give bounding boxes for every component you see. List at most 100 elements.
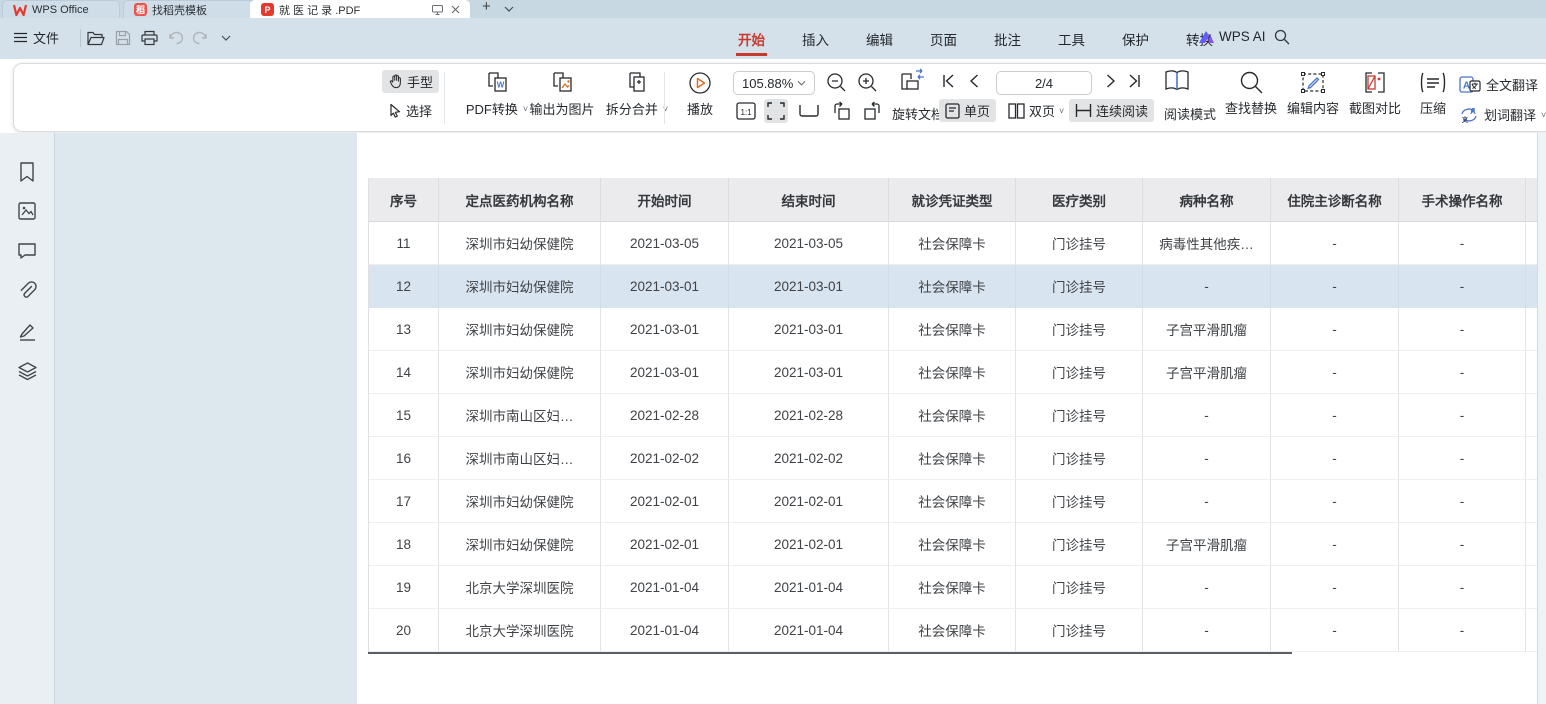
table-header-cell: 开始时间 — [601, 178, 729, 222]
window-tab-bar: WPS Office 稻 找稻壳模板 P 就 医 记 录 .PDF + — [0, 0, 1546, 18]
play-button[interactable]: 播放 — [676, 70, 724, 118]
rotate-left-button[interactable] — [831, 101, 853, 121]
layers-panel-button[interactable] — [17, 361, 39, 383]
find-replace-button[interactable]: 查找替换 — [1221, 70, 1281, 117]
table-cell: 社会保障卡 — [889, 394, 1016, 437]
save-button[interactable] — [111, 27, 135, 49]
select-tool-button[interactable]: 选择 — [382, 99, 438, 122]
rotate-right-button[interactable] — [861, 101, 883, 121]
table-cell: - — [1143, 480, 1271, 523]
next-page-button[interactable] — [1106, 74, 1116, 88]
read-mode-label[interactable]: 阅读模式 — [1164, 104, 1216, 123]
table-cell: - — [1399, 394, 1526, 437]
full-translate-icon: A — [1459, 76, 1481, 93]
menu-tab-comment[interactable]: 批注 — [992, 20, 1023, 58]
file-menu-button[interactable]: 文件 — [14, 28, 59, 47]
attachment-panel-button[interactable] — [17, 281, 39, 303]
table-cell: - — [1399, 609, 1526, 652]
page-number-input[interactable]: 2/4 — [996, 71, 1092, 95]
read-mode-icon-button[interactable] — [1164, 69, 1190, 93]
menu-tab-protect[interactable]: 保护 — [1120, 20, 1151, 58]
menu-search-button[interactable] — [1274, 29, 1290, 45]
table-cell: - — [1143, 394, 1271, 437]
first-page-button[interactable] — [942, 74, 955, 88]
svg-text:A: A — [1470, 107, 1476, 116]
tab-wps-home[interactable]: WPS Office — [2, 0, 120, 18]
continuous-read-button[interactable]: 连续阅读 — [1069, 99, 1154, 122]
word-translate-label: 划词翻译 — [1484, 105, 1536, 124]
tab-list-chevron-icon[interactable] — [504, 6, 514, 12]
table-cell: 13 — [369, 308, 439, 351]
rotate-document-button[interactable] — [896, 68, 926, 96]
last-page-button[interactable] — [1128, 74, 1141, 88]
table-cell: 2021-03-01 — [729, 308, 889, 351]
monitor-icon[interactable] — [432, 5, 443, 15]
table-cell: - — [1271, 394, 1399, 437]
pen-icon — [17, 321, 38, 342]
export-image-button[interactable]: 输出为图片 — [522, 70, 602, 118]
table-cell: 门诊挂号 — [1016, 609, 1143, 652]
bookmark-panel-button[interactable] — [17, 161, 39, 183]
quick-access-chevron[interactable] — [214, 27, 238, 49]
chevron-down-icon: ˅ — [1059, 106, 1064, 116]
menu-tab-insert[interactable]: 插入 — [800, 20, 831, 58]
table-cell: 子宫平滑肌瘤 — [1143, 523, 1271, 566]
table-cell: 深圳市南山区妇… — [439, 437, 601, 480]
print-button[interactable] — [137, 27, 161, 49]
table-cell: 门诊挂号 — [1016, 480, 1143, 523]
single-page-button[interactable]: 单页 — [939, 99, 996, 122]
layers-icon — [17, 361, 38, 381]
pdf-file-icon: P — [261, 3, 274, 16]
signature-panel-button[interactable] — [17, 321, 39, 343]
menu-tab-edit[interactable]: 编辑 — [864, 20, 895, 58]
table-cell: 2021-03-01 — [729, 265, 889, 308]
first-page-icon — [942, 74, 955, 88]
zoom-level-select[interactable]: 105.88% — [733, 71, 815, 95]
table-cell: 深圳市妇幼保健院 — [439, 351, 601, 394]
wps-ai-button[interactable]: WPS AI — [1198, 29, 1266, 44]
search-icon — [1274, 29, 1290, 45]
export-image-label: 输出为图片 — [529, 99, 594, 118]
comment-panel-button[interactable] — [17, 241, 39, 263]
find-replace-label: 查找替换 — [1225, 98, 1277, 117]
table-cell: - — [1271, 609, 1399, 652]
fit-width-button[interactable] — [799, 104, 819, 118]
table-header-cell: 住院主诊断名称 — [1271, 178, 1399, 222]
fit-page-button[interactable] — [764, 99, 788, 123]
split-merge-button[interactable]: 拆分合并˅ — [596, 70, 678, 118]
menu-tab-page[interactable]: 页面 — [928, 20, 959, 58]
actual-size-button[interactable]: 1:1 — [736, 102, 756, 120]
word-translate-button[interactable]: A文 划词翻译 ˅ — [1459, 105, 1546, 124]
hand-tool-button[interactable]: 手型 — [382, 70, 439, 93]
table-cell: 18 — [369, 523, 439, 566]
wps-logo-icon — [13, 4, 27, 16]
pdf-page[interactable]: 序号定点医药机构名称开始时间结束时间就诊凭证类型医疗类别病种名称住院主诊断名称手… — [357, 133, 1537, 704]
table-cell: - — [1399, 308, 1526, 351]
table-cell: 社会保障卡 — [889, 566, 1016, 609]
zoom-out-button[interactable] — [826, 72, 847, 93]
continuous-read-icon — [1075, 103, 1092, 118]
tab-docer[interactable]: 稻 找稻壳模板 — [123, 0, 257, 18]
vertical-scrollbar[interactable] — [1537, 133, 1546, 704]
table-cell: 北京大学深圳医院 — [439, 609, 601, 652]
edit-content-icon — [1300, 70, 1326, 95]
double-page-button[interactable]: 双页 ˅ — [1002, 99, 1070, 122]
edit-content-button[interactable]: 编辑内容 — [1283, 70, 1343, 117]
open-file-button[interactable] — [84, 27, 108, 49]
screenshot-compare-button[interactable]: 截图对比 — [1345, 70, 1405, 117]
close-icon[interactable] — [450, 4, 461, 15]
menu-tab-tools[interactable]: 工具 — [1056, 20, 1087, 58]
new-tab-button[interactable]: + — [482, 0, 491, 15]
thumbnail-panel-button[interactable] — [17, 201, 39, 223]
rotate-doc-label[interactable]: 旋转文档 — [892, 104, 944, 123]
compress-button[interactable]: 压缩 — [1412, 70, 1454, 117]
zoom-in-button[interactable] — [857, 72, 878, 93]
tab-document-pdf[interactable]: P 就 医 记 录 .PDF — [250, 0, 470, 18]
divider — [444, 72, 445, 124]
menu-tab-home[interactable]: 开始 — [736, 20, 767, 58]
prev-page-button[interactable] — [969, 74, 979, 88]
undo-button[interactable] — [163, 27, 187, 49]
table-cell: 深圳市妇幼保健院 — [439, 222, 601, 265]
redo-button[interactable] — [189, 27, 213, 49]
full-translate-button[interactable]: A 全文翻译 — [1459, 75, 1538, 94]
